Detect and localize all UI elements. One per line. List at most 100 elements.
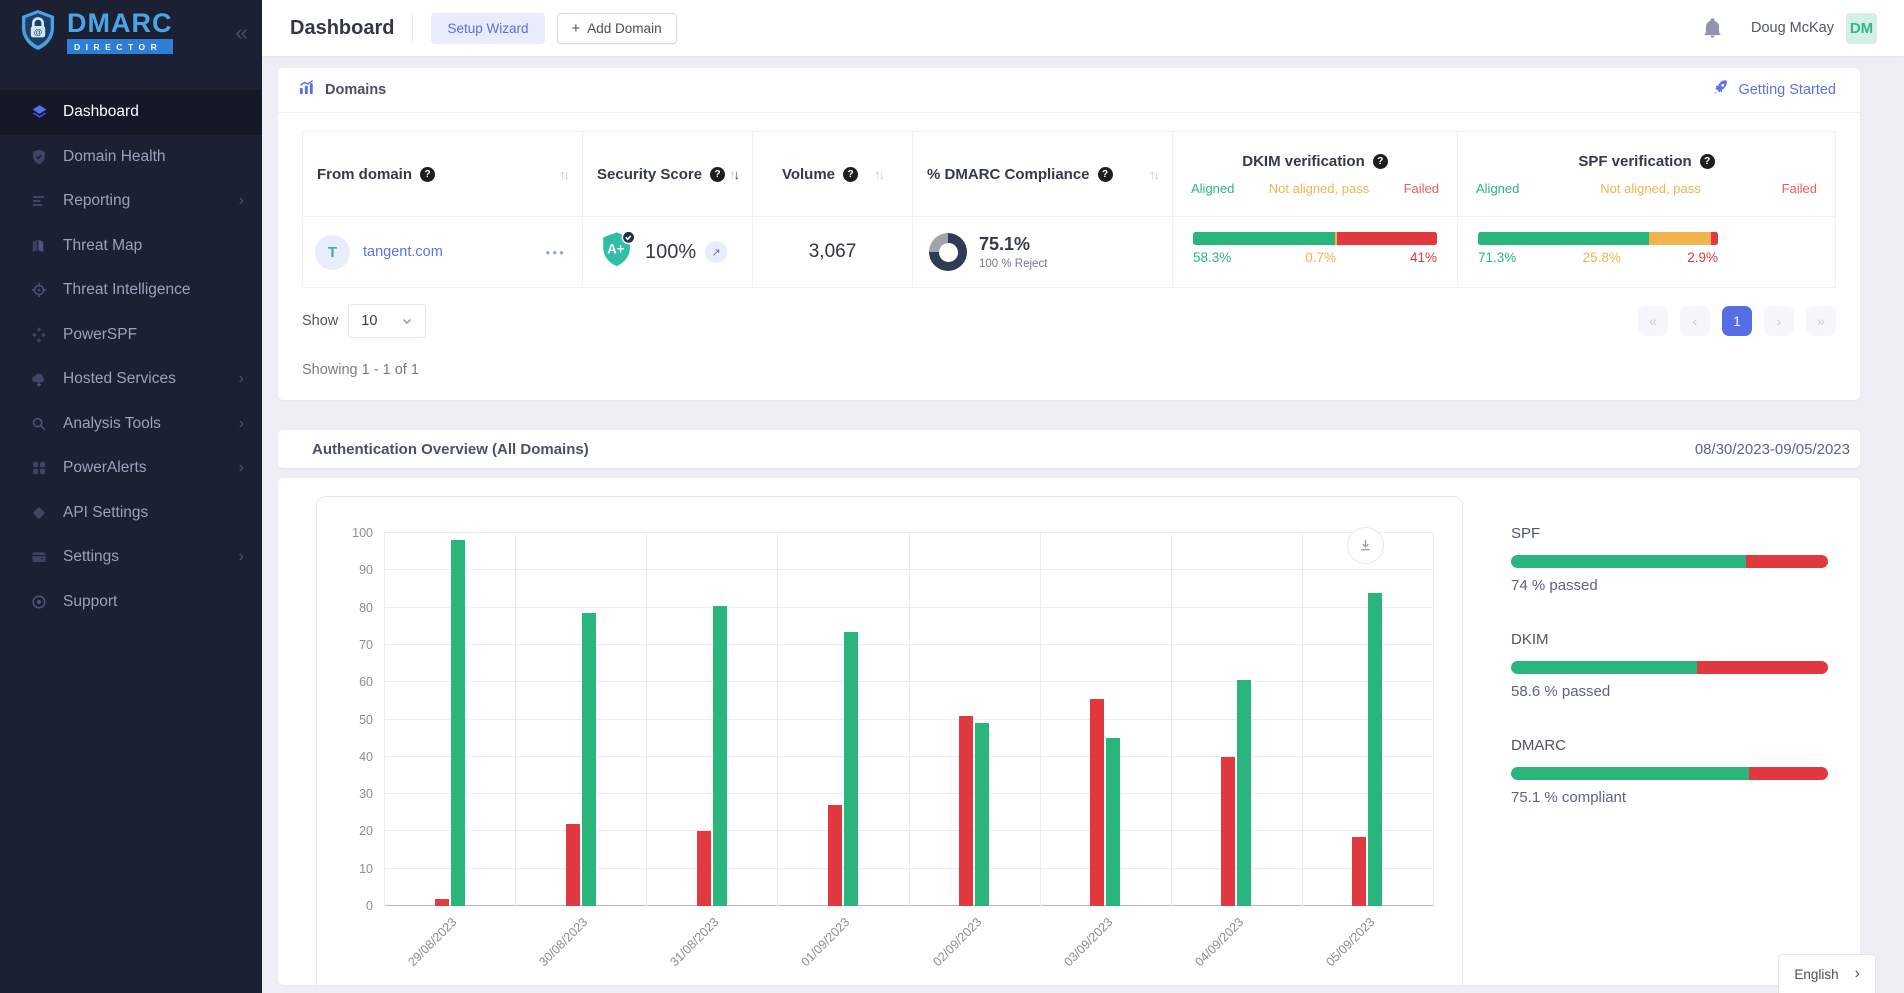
sidebar-collapse-button[interactable]: «	[235, 21, 248, 44]
compliance-percent: 75.1%	[979, 234, 1047, 255]
showing-count: Showing 1 - 1 of 1	[302, 362, 1836, 378]
x-axis-label: 29/08/2023	[405, 915, 459, 969]
sort-icon[interactable]: ↑↓	[874, 167, 883, 182]
stat-label: DMARC	[1511, 737, 1828, 754]
chart-bar-failed	[1090, 699, 1104, 906]
column-volume: Volume? ↑↓	[753, 132, 913, 216]
stat-value: 75.1 % compliant	[1511, 789, 1828, 806]
chart-download-button[interactable]	[1347, 527, 1384, 564]
spf-verification-bar	[1478, 232, 1718, 245]
column-dmarc-compliance: % DMARC Compliance? ↑↓	[913, 132, 1173, 216]
x-axis-label: 05/09/2023	[1323, 915, 1377, 969]
setup-wizard-button[interactable]: Setup Wizard	[431, 13, 544, 44]
sidebar-item-support[interactable]: Support	[0, 580, 262, 625]
dkim-verification-bar	[1193, 232, 1437, 245]
chart-bar-failed	[959, 716, 973, 906]
sidebar-item-reporting[interactable]: Reporting›	[0, 179, 262, 224]
user-avatar[interactable]: DM	[1846, 13, 1877, 44]
auth-chart: 010203040506070809010029/08/202330/08/20…	[316, 496, 1463, 985]
column-from-domain: From domain? ↑↓	[303, 132, 583, 216]
getting-started-link[interactable]: Getting Started	[1711, 79, 1836, 101]
stat-dkim: DKIM58.6 % passed	[1511, 631, 1828, 700]
chart-bar-passed	[713, 606, 727, 906]
gridline	[1433, 533, 1434, 906]
app-root: @ DMARC DIRECTOR « DashboardDomain Healt…	[0, 0, 1904, 985]
column-security-score: Security Score? ↑↓	[583, 132, 753, 216]
chart-bar-passed	[582, 613, 596, 906]
sidebar-item-dashboard[interactable]: Dashboard	[0, 90, 262, 135]
page-size-select[interactable]: 10	[348, 304, 426, 338]
chart-bar-passed	[844, 632, 858, 906]
notification-bell-icon[interactable]	[1702, 18, 1723, 39]
brand-shield-lock-icon: @	[18, 8, 58, 57]
help-icon[interactable]: ?	[843, 167, 858, 182]
chevron-right-icon: ›	[239, 370, 244, 388]
page-title: Dashboard	[290, 17, 394, 40]
sidebar-item-poweralerts[interactable]: PowerAlerts ›	[0, 446, 262, 491]
domain-link[interactable]: tangent.com	[363, 244, 443, 260]
sidebar-item-settings[interactable]: Settings›	[0, 535, 262, 580]
pagination-first-button[interactable]: «	[1638, 306, 1668, 336]
x-axis-label: 03/09/2023	[1061, 915, 1115, 969]
sidebar-item-label: Threat Map	[63, 237, 142, 255]
main-area: Dashboard Setup Wizard +Add Domain Doug …	[262, 0, 1904, 985]
chart-bar-failed	[1352, 837, 1366, 906]
pagination-next-button[interactable]: ›	[1764, 306, 1794, 336]
domains-card: Domains Getting Started From domain?	[278, 68, 1860, 400]
sidebar-item-label: PowerAlerts	[63, 459, 147, 477]
chart-bar-passed	[1368, 593, 1382, 906]
brand-logo: @ DMARC DIRECTOR «	[0, 0, 262, 64]
sort-icon[interactable]: ↑↓	[1149, 167, 1158, 182]
hosted-services-icon	[29, 370, 49, 388]
sidebar-item-analysis-tools[interactable]: Analysis Tools ›	[0, 402, 262, 447]
help-icon[interactable]: ?	[1098, 167, 1113, 182]
help-icon[interactable]: ?	[710, 167, 725, 182]
reporting-icon	[29, 192, 49, 210]
sidebar-item-domain-health[interactable]: Domain Health	[0, 135, 262, 180]
sidebar-item-threat-intelligence[interactable]: Threat Intelligence	[0, 268, 262, 313]
y-axis-label: 60	[359, 675, 373, 689]
analysis-tools-icon	[29, 415, 49, 433]
chart-bar-failed	[1221, 757, 1235, 906]
sidebar-item-label: Hosted Services	[63, 370, 176, 388]
plus-icon: +	[572, 21, 581, 36]
chart-bar-failed	[697, 831, 711, 906]
bar-group	[1302, 533, 1433, 906]
y-axis-label: 0	[366, 899, 373, 913]
pagination-page-1-button[interactable]: 1	[1722, 306, 1752, 336]
sidebar-item-threat-map[interactable]: Threat Map	[0, 224, 262, 269]
chevron-right-icon: ›	[239, 415, 244, 433]
help-icon[interactable]: ?	[1700, 154, 1715, 169]
chart-bar-failed	[435, 899, 449, 906]
score-external-link-icon[interactable]: ↗	[705, 241, 727, 263]
sidebar-item-api-settings[interactable]: API Settings	[0, 491, 262, 536]
sidebar-item-powerspf[interactable]: PowerSPF	[0, 313, 262, 358]
domain-avatar: T	[315, 235, 350, 270]
chevron-right-icon: ›	[239, 459, 244, 477]
sidebar-item-label: PowerSPF	[63, 326, 137, 344]
dkim-cell: 58.3% 0.7% 41%	[1173, 217, 1458, 287]
bar-group	[646, 533, 777, 906]
help-icon[interactable]: ?	[1373, 154, 1388, 169]
sidebar-item-label: Analysis Tools	[63, 415, 161, 433]
support-icon	[29, 593, 49, 611]
chevron-down-icon	[401, 315, 413, 327]
chart-bar-passed	[975, 723, 989, 906]
brand-name: DMARC	[67, 10, 173, 37]
y-axis-label: 80	[359, 601, 373, 615]
sort-icon[interactable]: ↑↓	[559, 167, 568, 182]
x-axis-label: 30/08/2023	[536, 915, 590, 969]
help-icon[interactable]: ?	[420, 167, 435, 182]
pagination-prev-button[interactable]: ‹	[1680, 306, 1710, 336]
x-axis-label: 04/09/2023	[1192, 915, 1246, 969]
sidebar-item-hosted-services[interactable]: Hosted Services ›	[0, 357, 262, 402]
topbar: Dashboard Setup Wizard +Add Domain Doug …	[262, 0, 1904, 56]
add-domain-button[interactable]: +Add Domain	[557, 13, 677, 44]
sort-icon[interactable]: ↑↓	[729, 167, 738, 182]
sidebar-item-label: Reporting	[63, 192, 130, 210]
svg-text:A+: A+	[607, 241, 625, 256]
language-selector[interactable]: English ›	[1778, 954, 1876, 993]
row-actions-menu-icon[interactable]: ●●●	[546, 248, 567, 257]
pagination-last-button[interactable]: »	[1806, 306, 1836, 336]
y-axis-label: 50	[359, 713, 373, 727]
